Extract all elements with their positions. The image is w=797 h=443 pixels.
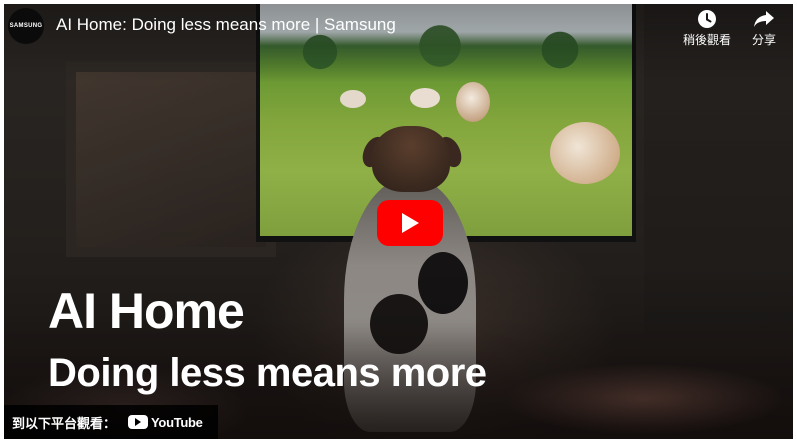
play-icon xyxy=(402,213,419,233)
share-label: 分享 xyxy=(751,33,776,47)
share-button[interactable]: 分享 xyxy=(743,9,785,48)
overlay-headline: AI Home xyxy=(48,283,245,339)
video-title-link[interactable]: AI Home: Doing less means more | Samsung xyxy=(56,15,396,35)
watch-on-youtube-bar[interactable]: 到以下平台觀看： YouTube xyxy=(4,405,218,439)
channel-avatar[interactable]: SAMSUNG xyxy=(8,8,44,44)
watch-later-button[interactable]: 稍後觀看 xyxy=(677,9,737,48)
watch-on-label: 到以下平台觀看： xyxy=(12,415,117,431)
clock-icon xyxy=(697,9,717,29)
watch-later-label: 稍後觀看 xyxy=(682,33,731,47)
channel-logo-text: SAMSUNG xyxy=(9,23,43,29)
overlay-subheadline: Doing less means more xyxy=(48,351,487,395)
video-player[interactable]: SAMSUNG AI Home: Doing less means more |… xyxy=(4,4,793,439)
player-top-bar: SAMSUNG AI Home: Doing less means more |… xyxy=(4,4,793,48)
play-button[interactable] xyxy=(377,200,443,246)
youtube-logo-link[interactable]: YouTube xyxy=(128,415,203,430)
youtube-wordmark: YouTube xyxy=(151,414,203,430)
youtube-logo-icon xyxy=(128,415,149,429)
share-arrow-icon xyxy=(753,9,775,29)
